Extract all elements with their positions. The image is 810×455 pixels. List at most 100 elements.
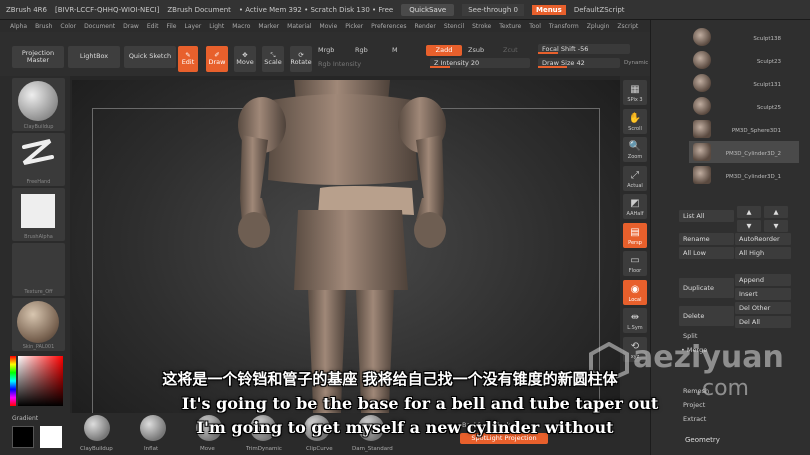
material-selector[interactable]: Skin_PAL001 bbox=[12, 298, 65, 351]
append-button[interactable]: Append bbox=[735, 274, 791, 286]
see-through-slider[interactable]: See-through 0 bbox=[462, 3, 524, 16]
rgb-intensity-slider[interactable]: Rgb Intensity bbox=[318, 60, 361, 68]
persp-button[interactable]: ▤ Persp bbox=[623, 222, 647, 248]
zadd-button[interactable]: Zadd bbox=[426, 45, 462, 56]
spix-icon: ▦ bbox=[630, 84, 640, 95]
draw-size-slider[interactable]: Draw Size 42 bbox=[538, 58, 620, 68]
rename-button[interactable]: Rename bbox=[679, 233, 734, 245]
lsym-button[interactable]: ⇹ L.Sym bbox=[623, 308, 647, 333]
menu-item-render[interactable]: Render bbox=[414, 23, 435, 30]
subtool-item[interactable]: PM3D_Cylinder3D_2 bbox=[689, 141, 799, 163]
menu-item-transform[interactable]: Transform bbox=[549, 23, 579, 30]
menu-item-movie[interactable]: Movie bbox=[320, 23, 338, 30]
serial-number: [BIVR-LCCF-QHHQ-WIOI-NECI] bbox=[55, 5, 160, 14]
subtool-item[interactable]: Sculpt25 bbox=[689, 95, 799, 117]
menu-item-marker[interactable]: Marker bbox=[258, 23, 279, 30]
menu-item-preferences[interactable]: Preferences bbox=[371, 23, 406, 30]
duplicate-button[interactable]: Duplicate bbox=[679, 278, 734, 298]
delete-button[interactable]: Delete bbox=[679, 306, 734, 326]
menu-item-brush[interactable]: Brush bbox=[35, 23, 52, 30]
edit-button[interactable]: ✎ Edit bbox=[178, 46, 198, 72]
aahalf-label: AAHalf bbox=[626, 211, 644, 217]
all-high-button[interactable]: All High bbox=[735, 247, 791, 259]
menu-item-stroke[interactable]: Stroke bbox=[472, 23, 491, 30]
z-intensity-slider[interactable]: Z Intensity 20 bbox=[430, 58, 530, 68]
subtool-item[interactable]: PM3D_Sphere3D1 bbox=[689, 118, 799, 140]
brush-selector[interactable]: ClayBuildup bbox=[12, 78, 65, 131]
menu-item-zplugin[interactable]: Zplugin bbox=[587, 23, 610, 30]
aahalf-button[interactable]: ◩ AAHalf bbox=[623, 194, 647, 219]
menu-item-color[interactable]: Color bbox=[60, 23, 76, 30]
subtool-thumbnail-icon bbox=[693, 166, 711, 184]
zoom-button[interactable]: 🔍 Zoom bbox=[623, 137, 647, 162]
menu-item-alpha[interactable]: Alpha bbox=[10, 23, 27, 30]
focal-shift-slider[interactable]: Focal Shift -56 bbox=[538, 44, 630, 54]
alpha-selector[interactable]: BrushAlpha bbox=[12, 188, 65, 241]
menu-item-stencil[interactable]: Stencil bbox=[444, 23, 464, 30]
canvas-viewport[interactable] bbox=[72, 80, 620, 445]
move-up-button[interactable]: ▲ bbox=[737, 206, 761, 218]
menu-item-file[interactable]: File bbox=[166, 23, 176, 30]
menu-item-zscript[interactable]: Zscript bbox=[617, 23, 638, 30]
menu-item-picker[interactable]: Picker bbox=[345, 23, 363, 30]
all-low-button[interactable]: All Low bbox=[679, 247, 734, 259]
arrow-down-icon: ▼ bbox=[746, 222, 752, 230]
list-all-button[interactable]: List All bbox=[679, 210, 734, 222]
stroke-selector[interactable]: FreeHand bbox=[12, 133, 65, 186]
zcut-button[interactable]: Zcut bbox=[503, 46, 518, 54]
scale-button[interactable]: ⤡ Scale bbox=[262, 46, 284, 72]
mrgb-button[interactable]: Mrgb bbox=[318, 46, 334, 54]
move-down-button[interactable]: ▼ bbox=[737, 220, 761, 232]
scroll-button[interactable]: ✋ Scroll bbox=[623, 108, 647, 134]
dynamic-button[interactable]: Dynamic bbox=[624, 60, 648, 66]
quick-sketch-button[interactable]: Quick Sketch bbox=[124, 46, 176, 68]
menu-item-draw[interactable]: Draw bbox=[123, 23, 139, 30]
projection-master-button[interactable]: Projection Master bbox=[12, 46, 64, 68]
actual-label: Actual bbox=[627, 182, 643, 189]
rotate-label: Rotate bbox=[290, 58, 312, 66]
rgb-button[interactable]: Rgb bbox=[355, 46, 368, 54]
scroll-label: Scroll bbox=[628, 125, 642, 132]
menus-button[interactable]: Menus bbox=[531, 4, 566, 15]
insert-button[interactable]: Insert bbox=[735, 288, 791, 300]
move-up-button-2[interactable]: ▲ bbox=[764, 206, 788, 218]
geometry-section[interactable]: Geometry bbox=[685, 436, 720, 444]
subtitle-chinese: 这将是一个铃铛和管子的基座 我将给自己找一个没有锥度的新圆柱体 bbox=[162, 370, 618, 388]
del-other-button[interactable]: Del Other bbox=[735, 302, 791, 314]
subtool-item[interactable]: Sculpt23 bbox=[689, 49, 799, 71]
subtool-item[interactable]: PM3D_Cylinder3D_1 bbox=[689, 164, 799, 186]
autoreorder-button[interactable]: AutoReorder bbox=[735, 233, 791, 245]
subtool-item[interactable]: Sculpt131 bbox=[689, 72, 799, 94]
menu-item-material[interactable]: Material bbox=[287, 23, 311, 30]
move-button[interactable]: ✥ Move bbox=[234, 46, 256, 72]
quicksave-button[interactable]: QuickSave bbox=[401, 3, 455, 16]
lightbox-button[interactable]: LightBox bbox=[68, 46, 120, 68]
menu-item-edit[interactable]: Edit bbox=[147, 23, 159, 30]
zoom-icon: 🔍 bbox=[628, 141, 642, 152]
floor-button[interactable]: ▭ Floor bbox=[623, 251, 647, 276]
subtool-thumbnail-icon bbox=[693, 97, 711, 115]
quick-sketch-label: Quick Sketch bbox=[128, 52, 172, 61]
actual-button[interactable]: ⤢ Actual bbox=[623, 165, 647, 191]
local-button[interactable]: ◉ Local bbox=[623, 279, 647, 305]
draw-button[interactable]: ✐ Draw bbox=[206, 46, 228, 72]
brush-3-label: Move bbox=[200, 446, 215, 452]
subtool-item[interactable]: Sculpt138 bbox=[689, 26, 799, 48]
menu-item-layer[interactable]: Layer bbox=[185, 23, 202, 30]
spix-button[interactable]: ▦ SPix 3 bbox=[623, 80, 647, 105]
subtool-name: Sculpt23 bbox=[756, 59, 781, 65]
del-all-button[interactable]: Del All bbox=[735, 316, 791, 328]
menu-item-texture[interactable]: Texture bbox=[499, 23, 521, 30]
menu-item-tool[interactable]: Tool bbox=[529, 23, 541, 30]
m-button[interactable]: M bbox=[392, 46, 398, 54]
zsub-button[interactable]: Zsub bbox=[468, 46, 484, 54]
subtool-name: PM3D_Cylinder3D_2 bbox=[725, 151, 781, 157]
move-down-button-2[interactable]: ▼ bbox=[764, 220, 788, 232]
menu-item-document[interactable]: Document bbox=[84, 23, 115, 30]
edit-label: Edit bbox=[181, 58, 195, 66]
menu-item-light[interactable]: Light bbox=[209, 23, 224, 30]
menu-item-macro[interactable]: Macro bbox=[232, 23, 250, 30]
rotate-button[interactable]: ⟳ Rotate bbox=[290, 46, 312, 72]
default-zscript-button[interactable]: DefaultZScript bbox=[574, 6, 625, 14]
texture-selector[interactable]: Texture_Off bbox=[12, 243, 65, 296]
